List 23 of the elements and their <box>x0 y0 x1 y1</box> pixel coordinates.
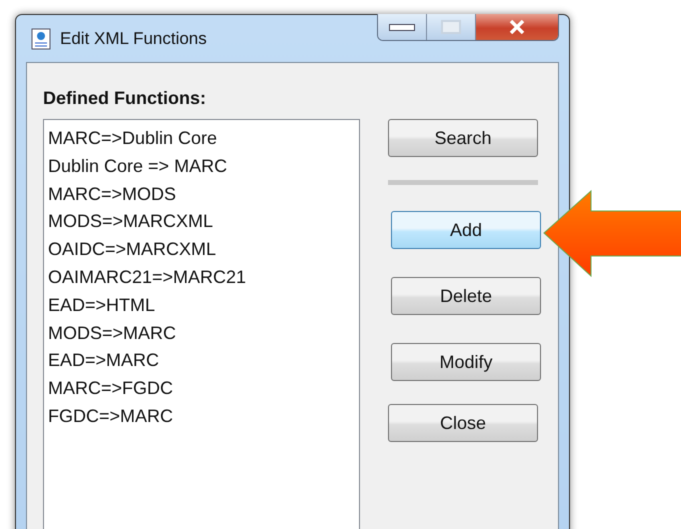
minimize-button[interactable] <box>378 14 427 40</box>
list-item[interactable]: MARC=>Dublin Core <box>48 125 359 153</box>
window-title: Edit XML Functions <box>60 28 207 48</box>
list-item[interactable]: MARC=>FGDC <box>48 375 359 403</box>
list-item[interactable]: Dublin Core => MARC <box>48 152 359 181</box>
search-button[interactable]: Search <box>388 119 538 157</box>
list-item[interactable]: EAD=>HTML <box>48 292 359 320</box>
list-item[interactable]: EAD=>MARC <box>48 347 359 376</box>
dialog-button[interactable]: Modify <box>391 343 541 381</box>
functions-list[interactable]: MARC=>Dublin Core Dublin Core => MARC MARC=>MODS MODS=>MARCXML OAIDC=>MARCXML OAIMARC21=>MARC21 EAD=>HTML MODS=>MARC EAD=>MARC MARC=>FGDC FGDC=>MARC <box>43 119 360 529</box>
close-button[interactable] <box>476 14 558 40</box>
list-item[interactable]: OAIMARC21=>MARC21 <box>48 264 359 292</box>
list-item[interactable]: FGDC=>MARC <box>48 402 359 431</box>
dialog-button[interactable]: Close <box>388 404 538 442</box>
close-icon <box>508 20 526 34</box>
document-icon <box>31 28 51 50</box>
list-item[interactable]: OAIDC=>MARCXML <box>48 236 359 264</box>
dialog-button[interactable]: Add <box>391 211 541 249</box>
dialog-button[interactable]: Delete <box>391 277 541 315</box>
list-item[interactable]: MARC=>MODS <box>48 180 359 208</box>
list-label: Defined Functions: <box>43 88 207 109</box>
list-item[interactable]: MODS=>MARCXML <box>48 208 359 236</box>
list-item[interactable]: MODS=>MARC <box>48 320 359 348</box>
